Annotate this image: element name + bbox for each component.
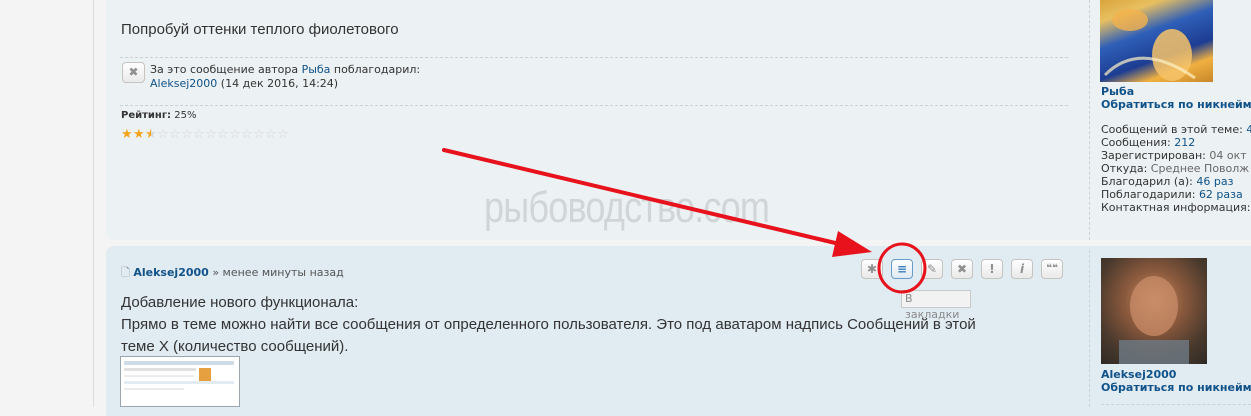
- arrowhead-icon: [832, 231, 872, 257]
- annotation-arrow: [442, 148, 850, 248]
- annotation-overlay: [442, 148, 927, 294]
- annotation-circle: [877, 242, 927, 294]
